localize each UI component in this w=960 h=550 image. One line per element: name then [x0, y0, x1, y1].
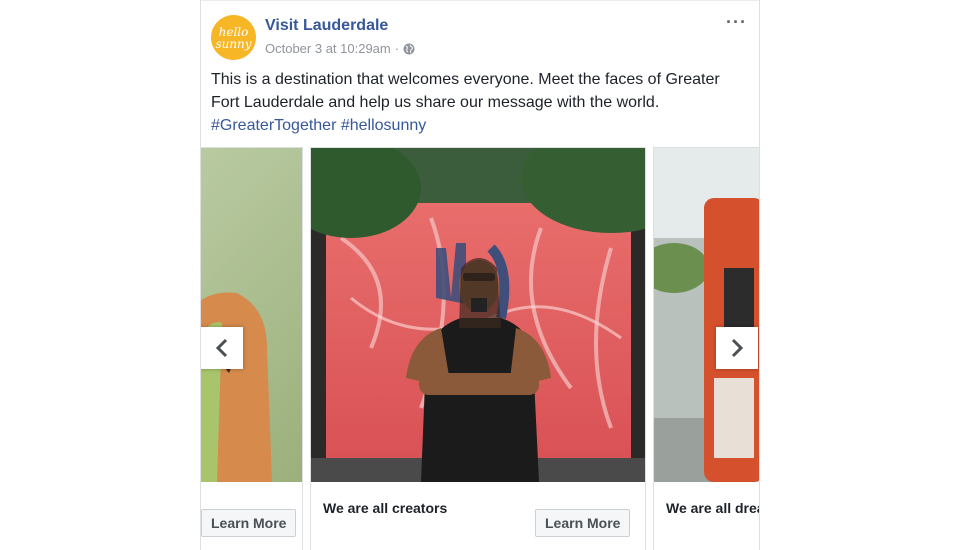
chevron-left-icon — [215, 338, 228, 358]
globe-icon[interactable] — [403, 43, 415, 55]
post-body: This is a destination that welcomes ever… — [211, 68, 747, 137]
card-title[interactable]: We are all drea — [666, 500, 759, 516]
carousel: Learn More We are all creators Learn Mor… — [201, 147, 759, 550]
chevron-right-icon — [731, 338, 744, 358]
more-options-button[interactable]: ··· — [726, 12, 747, 33]
facebook-post: hello sunny Visit Lauderdale October 3 a… — [200, 0, 760, 550]
post-timestamp[interactable]: October 3 at 10:29am — [265, 41, 391, 56]
carousel-card[interactable]: We are all creators Learn More — [310, 147, 646, 550]
card-image[interactable] — [201, 148, 302, 482]
page-avatar[interactable]: hello sunny — [211, 15, 256, 60]
post-body-text: This is a destination that welcomes ever… — [211, 71, 720, 111]
post-top-border — [201, 0, 759, 1]
card-image[interactable] — [654, 148, 759, 482]
carousel-next-button[interactable] — [716, 327, 758, 369]
avatar-text-line2: sunny — [215, 36, 252, 51]
carousel-prev-button[interactable] — [201, 327, 243, 369]
learn-more-button[interactable]: Learn More — [201, 509, 297, 537]
meta-separator: · — [394, 41, 400, 56]
avatar-text-line1: hello — [218, 24, 249, 39]
card-image[interactable] — [311, 148, 645, 482]
page-name-link[interactable]: Visit Lauderdale — [265, 17, 388, 35]
post-hashtags[interactable]: #GreaterTogether #hellosunny — [211, 114, 747, 137]
learn-more-button[interactable]: Learn More — [535, 509, 631, 537]
post-meta: October 3 at 10:29am · — [265, 41, 415, 56]
card-title[interactable]: We are all creators — [323, 500, 447, 516]
